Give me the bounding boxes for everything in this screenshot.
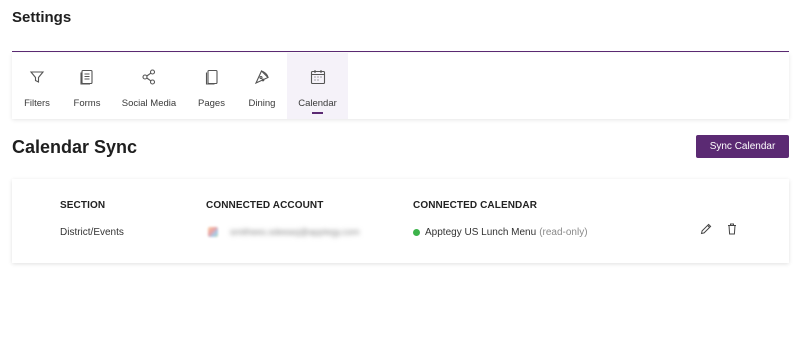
tab-label: Pages	[198, 98, 225, 109]
edit-pencil-icon[interactable]	[699, 222, 713, 236]
active-tab-indicator	[312, 112, 323, 114]
delete-trash-icon[interactable]	[725, 222, 739, 236]
tab-label: Forms	[73, 98, 101, 109]
account-avatar-icon	[208, 227, 218, 237]
pages-icon	[203, 68, 221, 86]
settings-tabbar: Filters Forms Social Media Pages Dining …	[12, 53, 789, 119]
tab-forms[interactable]: Forms	[62, 53, 112, 119]
cell-section: District/Events	[60, 227, 124, 238]
calendar-sync-table: SECTION CONNECTED ACCOUNT CONNECTED CALE…	[12, 179, 789, 263]
section-title: Calendar Sync	[12, 137, 138, 157]
calendar-icon	[309, 68, 327, 86]
tab-label: Filters	[24, 98, 50, 109]
pizza-icon	[253, 68, 271, 86]
filter-icon	[28, 68, 46, 86]
tab-label: Dining	[248, 98, 276, 109]
tab-social-media[interactable]: Social Media	[112, 53, 186, 119]
column-header-connected-calendar: CONNECTED CALENDAR	[413, 200, 538, 211]
share-icon	[140, 68, 158, 86]
cell-connected-account: smithees.sdeeasj@apptegy.com	[208, 227, 360, 237]
page-title: Settings	[12, 9, 72, 26]
tab-label: Social Media	[121, 98, 177, 109]
tab-dining[interactable]: Dining	[237, 53, 287, 119]
tab-label: Calendar	[298, 98, 337, 109]
account-email: smithees.sdeeasj@apptegy.com	[230, 227, 360, 237]
column-header-section: SECTION	[60, 200, 106, 211]
tab-pages[interactable]: Pages	[186, 53, 237, 119]
read-only-note: (read-only)	[539, 227, 588, 238]
sync-calendar-button[interactable]: Sync Calendar	[696, 135, 789, 158]
status-dot-icon	[413, 229, 420, 236]
cell-connected-calendar: Apptegy US Lunch Menu (read-only)	[413, 227, 588, 238]
form-icon	[78, 68, 96, 86]
calendar-name: Apptegy US Lunch Menu	[425, 227, 537, 238]
tab-calendar[interactable]: Calendar	[287, 53, 348, 119]
column-header-connected-account: CONNECTED ACCOUNT	[206, 200, 324, 211]
tab-filters[interactable]: Filters	[12, 53, 62, 119]
title-divider	[12, 51, 789, 52]
